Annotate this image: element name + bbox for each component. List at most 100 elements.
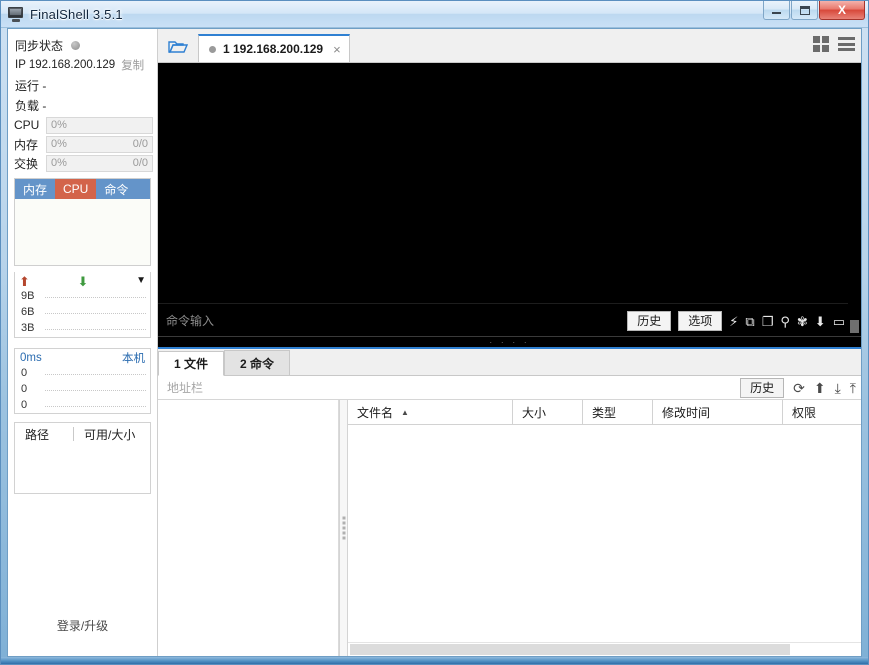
process-panel: 内存 CPU 命令 [14,178,151,266]
splitter-dots: · · · · [489,337,530,347]
cpu-meter-value: 0% [51,119,67,131]
window-frame: FinalShell 3.5.1 X 同步状态 IP 192.168.200.1… [0,0,869,665]
tab-files[interactable]: 1 文件 [158,351,225,376]
process-list [15,199,150,265]
sync-status-label: 同步状态 [15,38,64,53]
file-list-hscrollbar[interactable] [348,642,861,656]
sync-status-row: 同步状态 [8,35,157,55]
copy-ip-button[interactable]: 复制 [121,57,144,73]
tab-bar: 1 192.168.200.129 × [158,29,861,63]
grid-view-icon[interactable] [813,36,829,52]
upload-arrow-icon[interactable]: ⬆ [814,381,826,395]
memory-meter-right: 0/0 [132,138,148,150]
process-tab-memory[interactable]: 内存 [15,179,56,199]
ip-row: IP 192.168.200.129 复制 [8,55,157,75]
file-list-body[interactable] [348,425,861,642]
terminal-options-button[interactable]: 选项 [678,311,723,331]
tab-label: 1 192.168.200.129 [223,42,324,56]
column-filename-label: 文件名 [357,405,394,420]
vertical-splitter[interactable] [339,400,348,656]
memory-meter-bar: 0% 0/0 [46,135,153,153]
file-panes: 文件名 ▲ 大小 类型 修改时间 权限 [158,400,861,656]
window-title: FinalShell 3.5.1 [30,6,123,22]
column-filename[interactable]: 文件名 ▲ [348,400,513,424]
net-axis-label-3: 3B [21,322,35,334]
terminal-toolbar: 历史 选项 ⚡ ⧉ ❐ ⚲ ✾ ⬇ ▭ [627,311,845,331]
open-folder-button[interactable] [158,31,198,62]
disk-header: 路径 可用/大小 [15,423,150,445]
gear-icon[interactable]: ✾ [797,315,808,328]
column-modified-label: 修改时间 [662,405,711,420]
main-area: 1 192.168.200.129 × 命令输入 历史 选项 ⚡ ⧉ ❐ ⚲ ✾… [158,29,861,656]
lightning-icon[interactable]: ⚡ [729,315,738,328]
file-history-button[interactable]: 历史 [740,378,785,398]
tab-close-icon[interactable]: × [333,42,341,57]
tab-commands[interactable]: 2 命令 [224,350,291,375]
memory-meter: 内存 0% 0/0 [14,135,153,153]
arrow-up-icon: ⬆ [19,273,30,289]
download-icon[interactable]: ⬇ [815,315,826,328]
close-icon: X [837,3,846,17]
swap-meter-value: 0% [51,157,67,169]
ping-latency-label: 0ms [20,352,42,364]
load-label: 负载 - [15,98,47,113]
ping-graph-plot: 0 0 0 [15,367,150,413]
column-type[interactable]: 类型 [583,400,653,424]
memory-meter-label: 内存 [14,137,39,152]
ping-host-label: 本机 [122,353,145,365]
ping-graph-header: 0ms 本机 [15,349,150,367]
net-axis-label-2: 6B [21,306,35,318]
maximize-button[interactable] [791,1,818,20]
copy-icon[interactable]: ⧉ [745,315,754,328]
process-tab-command[interactable]: 命令 [96,179,150,199]
terminal-scroll-thumb[interactable] [850,320,859,333]
terminal-scrollbar[interactable] [848,63,861,336]
cpu-meter-label: CPU [14,118,40,132]
lower-tab-bar: 1 文件 2 命令 [158,349,861,376]
cpu-meter: CPU 0% [14,116,153,134]
column-permissions-label: 权限 [792,405,817,420]
refresh-icon[interactable]: ⟳ [793,381,805,395]
address-bar-input[interactable]: 地址栏 [167,379,203,396]
sidebar: 同步状态 IP 192.168.200.129 复制 运行 - 负载 - CPU… [8,29,158,656]
close-button[interactable]: X [819,1,865,20]
search-icon[interactable]: ⚲ [780,315,790,328]
column-permissions[interactable]: 权限 [783,400,861,424]
minimize-button[interactable] [763,1,790,20]
column-size[interactable]: 大小 [513,400,583,424]
directory-tree-pane[interactable] [158,400,339,656]
file-list-hscroll-thumb[interactable] [350,644,790,655]
terminal-tab-1[interactable]: 1 192.168.200.129 × [198,34,350,62]
ping-axis-label-3: 0 [21,399,28,411]
network-graph-plot: 9B 6B 3B [15,290,150,336]
download-file-icon[interactable]: ⤓ [835,381,841,395]
ping-axis-label-1: 0 [21,367,28,379]
swap-meter: 交换 0% 0/0 [14,154,153,172]
address-bar-row: 地址栏 历史 ⟳ ⬆ ⤓ ⤒ [158,376,861,400]
upload-file-icon[interactable]: ⤒ [850,381,856,395]
process-tab-cpu[interactable]: CPU [55,179,97,199]
load-row: 负载 - [8,95,157,115]
command-input-placeholder: 命令输入 [166,313,215,328]
window-icon[interactable]: ▭ [833,315,845,328]
disk-col-path: 路径 [25,427,50,442]
network-graph-panel: ⬆ ⬇ ▼ 9B 6B 3B [14,272,151,338]
column-size-label: 大小 [522,405,547,420]
process-tabs: 内存 CPU 命令 [15,179,150,199]
list-view-icon[interactable] [838,37,855,51]
title-bar: FinalShell 3.5.1 X [1,1,868,28]
app-window: FinalShell 3.5.1 X 同步状态 IP 192.168.200.1… [0,0,869,665]
disk-col-available: 可用/大小 [84,427,136,442]
column-modified[interactable]: 修改时间 [653,400,783,424]
window-bottom-edge [1,657,868,664]
terminal-history-button[interactable]: 历史 [627,311,672,331]
terminal-output[interactable]: 命令输入 历史 选项 ⚡ ⧉ ❐ ⚲ ✾ ⬇ ▭ [158,63,861,337]
login-upgrade-link[interactable]: 登录/升级 [8,617,157,634]
view-buttons [813,36,855,52]
horizontal-splitter[interactable]: · · · · [158,337,861,347]
chevron-down-icon[interactable]: ▼ [136,276,146,286]
sort-ascending-icon: ▲ [401,407,409,417]
client-area: 同步状态 IP 192.168.200.129 复制 运行 - 负载 - CPU… [7,28,862,657]
paste-icon[interactable]: ❐ [762,315,774,328]
vsplitter-dots [342,516,345,540]
